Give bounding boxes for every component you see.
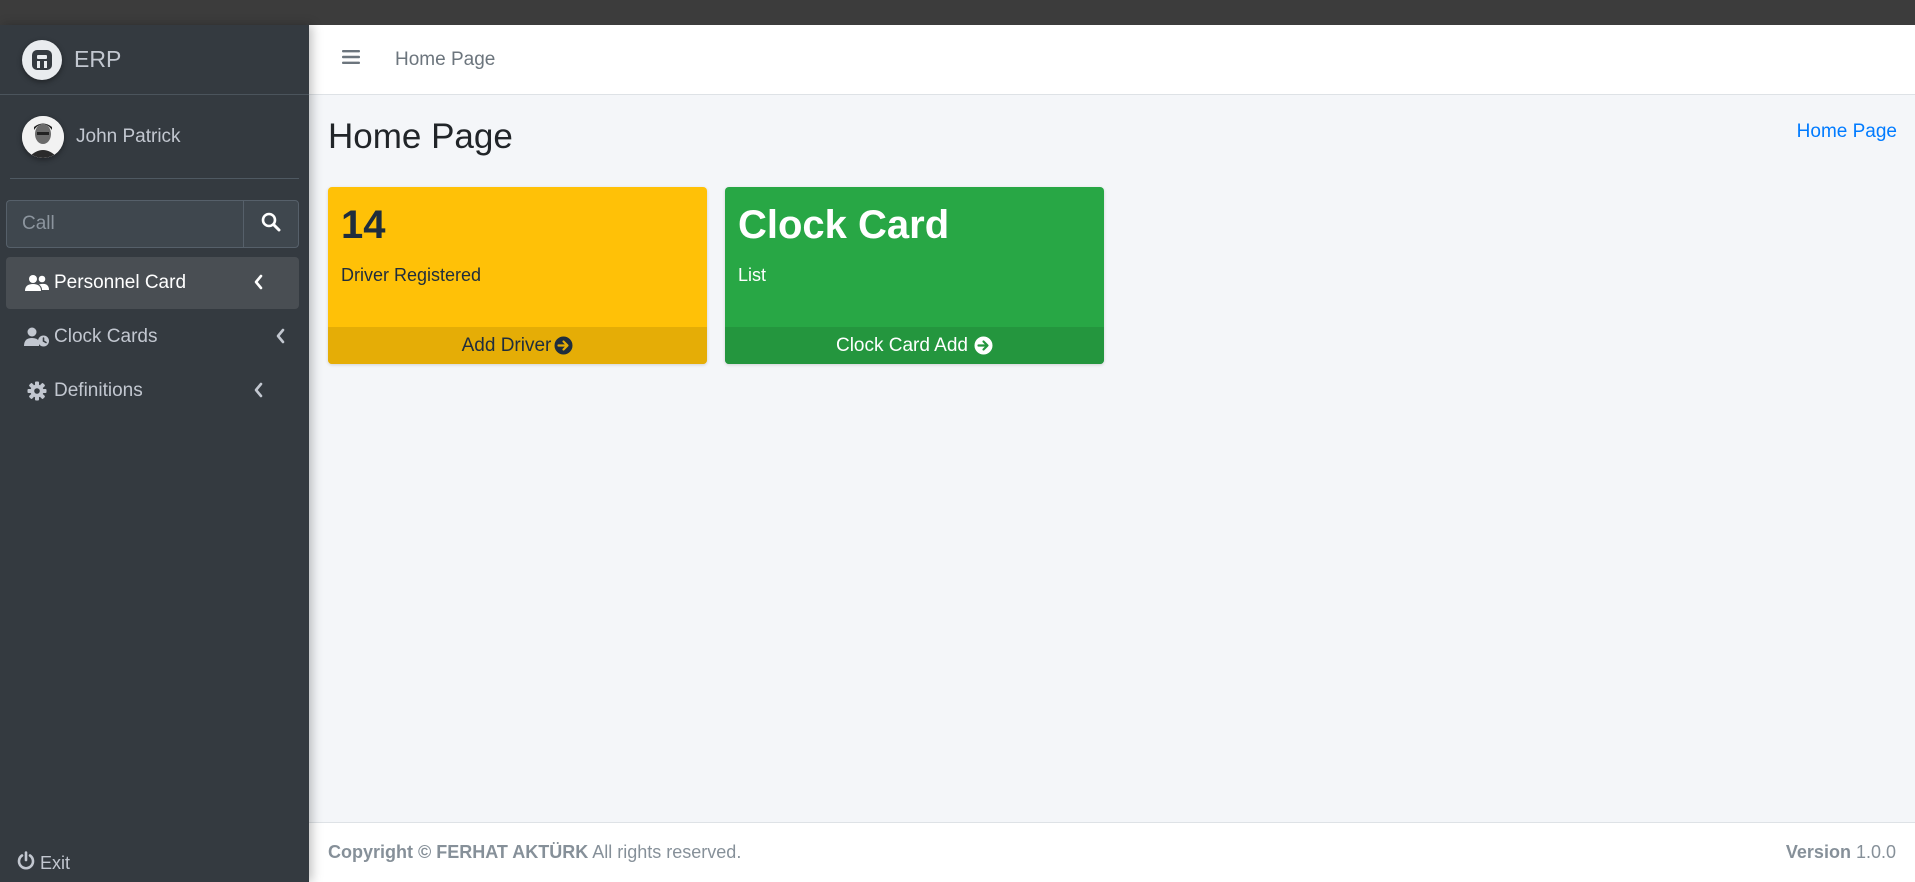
sidebar-item-label: Clock Cards — [54, 326, 158, 347]
power-icon — [16, 851, 36, 876]
search-icon — [261, 212, 281, 237]
card-label: List — [738, 265, 767, 285]
copyright-rights: All rights reserved. — [592, 842, 742, 862]
search-input[interactable] — [6, 200, 243, 248]
chevron-left-icon — [275, 328, 285, 350]
sidebar-nav: Personnel Card Clock Cards Definitions — [6, 257, 299, 419]
chevron-left-icon — [253, 274, 263, 296]
content-wrapper: Home Page Home Page 14 Driver Registered… — [309, 95, 1915, 822]
clock-card-add-button[interactable]: Clock Card Add — [725, 327, 1104, 364]
sidebar-item-personnel-card[interactable]: Personnel Card — [6, 257, 299, 309]
add-driver-button[interactable]: Add Driver — [328, 327, 707, 364]
arrow-circle-right-icon — [974, 336, 993, 355]
version-number: 1.0.0 — [1855, 842, 1896, 862]
exit-label: Exit — [40, 853, 71, 873]
header-home-link[interactable]: Home Page — [395, 49, 495, 71]
brand[interactable]: ERP — [0, 25, 309, 95]
user-clock-icon — [24, 326, 50, 348]
page-footer: Copyright © FERHAT AKTÜRK All rights res… — [309, 822, 1915, 882]
brand-name: ERP — [74, 46, 122, 72]
menu-toggle-button[interactable] — [339, 48, 363, 72]
sidebar-item-label: Personnel Card — [54, 272, 187, 293]
card-label: Driver Registered — [341, 265, 482, 285]
card-value: 14 — [341, 203, 386, 247]
copyright-owner: Copyright © FERHAT AKTÜRK — [328, 842, 589, 862]
sidebar-search — [6, 200, 299, 248]
version-info: Version 1.0.0 — [1786, 842, 1896, 863]
page-title: Home Page — [328, 117, 513, 156]
exit-button[interactable]: Exit — [16, 851, 70, 876]
card-footer-label: Add Driver — [461, 334, 552, 356]
window-top-strip — [0, 0, 1915, 25]
card-footer-label: Clock Card Add — [835, 334, 968, 356]
sidebar-item-definitions[interactable]: Definitions — [6, 365, 299, 417]
version-label: Version — [1785, 842, 1851, 862]
sidebar-item-label: Definitions — [54, 380, 143, 401]
avatar — [22, 115, 64, 158]
sidebar-item-clock-cards[interactable]: Clock Cards — [6, 311, 299, 363]
cog-icon — [24, 380, 50, 402]
hamburger-icon — [342, 49, 360, 70]
clock-card-card: Clock Card List Clock Card Add — [725, 187, 1104, 364]
card-value: Clock Card — [738, 203, 950, 247]
drivers-card: 14 Driver Registered Add Driver — [328, 187, 707, 364]
chevron-left-icon — [253, 382, 263, 404]
brand-logo-icon — [22, 39, 62, 80]
users-icon — [24, 272, 50, 294]
sidebar: ERP John Patrick Call Personnel Card Clo… — [0, 25, 309, 882]
top-navbar: Home Page — [309, 25, 1915, 95]
user-name: John Patrick — [76, 125, 181, 147]
user-panel[interactable]: John Patrick — [10, 95, 299, 179]
copyright: Copyright © FERHAT AKTÜRK All rights res… — [328, 842, 741, 863]
arrow-circle-right-icon — [554, 336, 573, 355]
breadcrumb[interactable]: Home Page — [1797, 121, 1897, 143]
search-button[interactable] — [243, 200, 299, 248]
